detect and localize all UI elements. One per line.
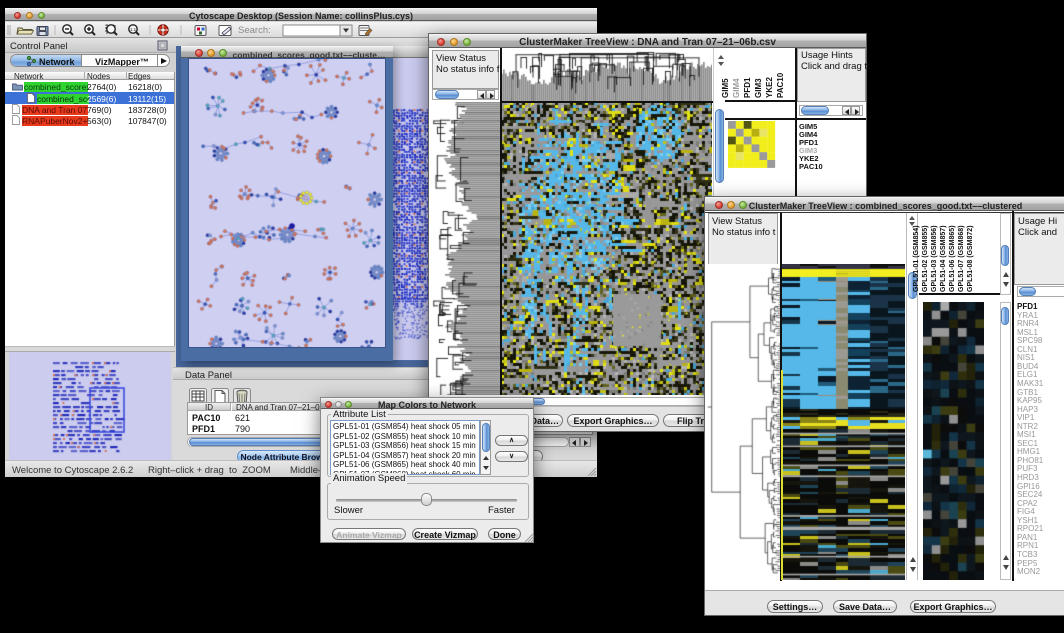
svg-text:Search:: Search: bbox=[238, 25, 271, 36]
svg-text:1:1: 1:1 bbox=[130, 27, 137, 32]
